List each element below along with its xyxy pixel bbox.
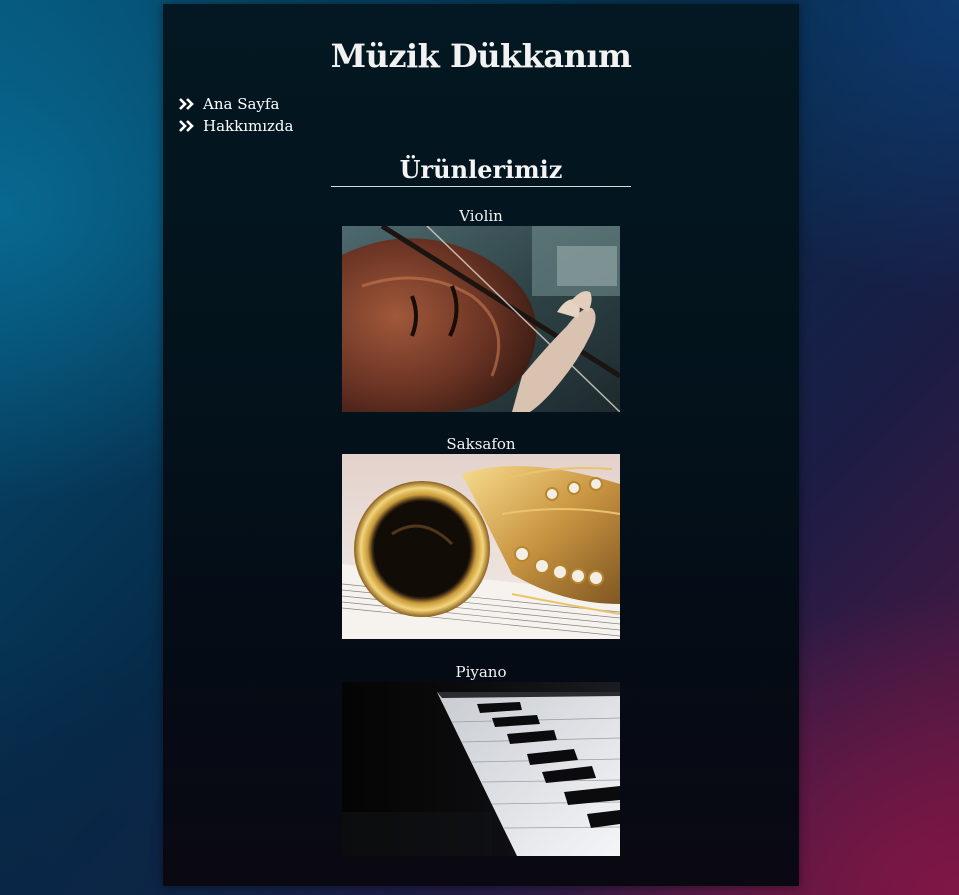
nav-menu: Ana Sayfa Hakkımızda <box>179 93 293 137</box>
nav-item-home[interactable]: Ana Sayfa <box>179 93 293 115</box>
product-card-saxophone: Saksafon <box>342 434 620 639</box>
double-chevron-right-icon <box>179 120 203 132</box>
product-name: Piyano <box>455 663 507 681</box>
double-chevron-right-icon <box>179 98 203 110</box>
nav-item-about[interactable]: Hakkımızda <box>179 115 293 137</box>
nav-link-home[interactable]: Ana Sayfa <box>203 95 279 113</box>
product-name: Violin <box>459 207 503 225</box>
site-title: Müzik Dükkanım <box>330 37 632 75</box>
products-heading: Ürünlerimiz <box>331 154 631 187</box>
piano-photo <box>342 682 620 856</box>
saxophone-photo <box>342 454 620 639</box>
main-container: Müzik Dükkanım Ana Sayfa Hakkımızda Ürün… <box>163 4 799 886</box>
product-name: Saksafon <box>446 435 516 453</box>
product-card-piano: Piyano <box>342 662 620 856</box>
violin-photo <box>342 226 620 412</box>
nav-link-about[interactable]: Hakkımızda <box>203 117 293 135</box>
product-card-violin: Violin <box>342 206 620 412</box>
